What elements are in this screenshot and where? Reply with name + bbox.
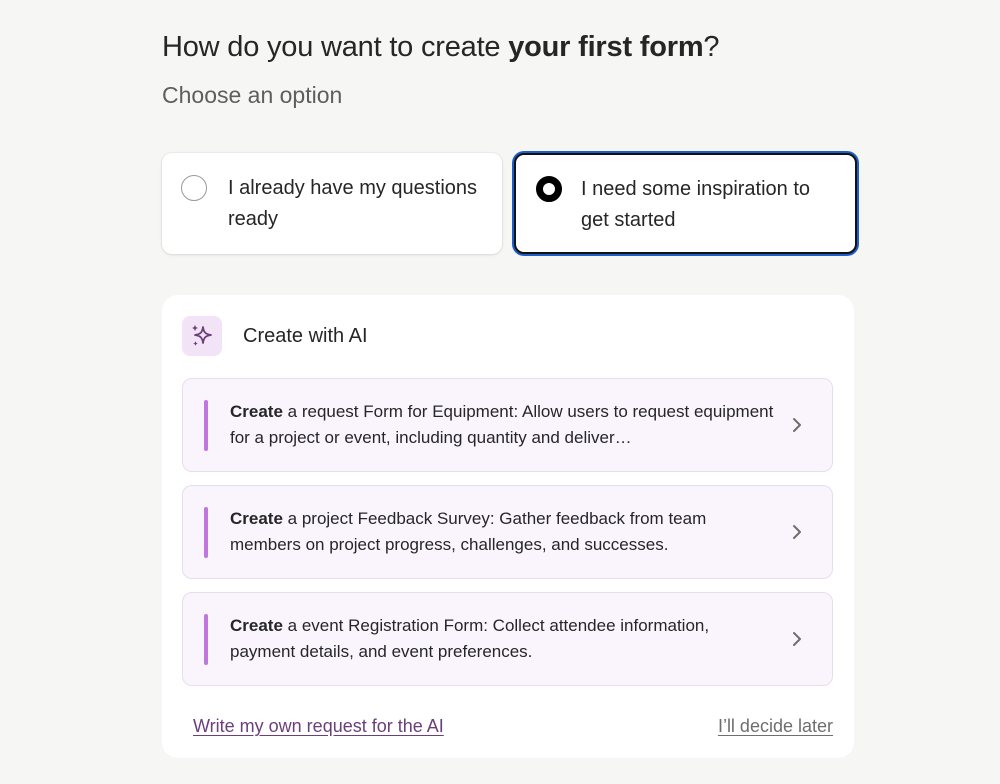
page-subtitle: Choose an option xyxy=(162,82,343,108)
option-questions-ready[interactable]: I already have my questions ready xyxy=(162,153,502,254)
ai-suggestion-item[interactable]: Create a project Feedback Survey: Gather… xyxy=(182,485,833,579)
suggestion-text: Create a request Form for Equipment: All… xyxy=(230,399,775,451)
ai-suggestion-item[interactable]: Create a request Form for Equipment: All… xyxy=(182,378,833,472)
page-title-bold: your first form xyxy=(508,31,704,63)
sparkles-icon xyxy=(182,316,222,356)
create-with-ai-panel: Create with AI Create a request Form for… xyxy=(162,295,854,758)
suggestion-verb: Create xyxy=(230,616,283,635)
option-label: I already have my questions ready xyxy=(228,177,478,230)
page-title-suffix: ? xyxy=(703,31,720,63)
ai-suggestion-item[interactable]: Create a event Registration Form: Collec… xyxy=(182,592,833,686)
page-title-prefix: How do you want to create xyxy=(162,31,509,63)
option-label: I need some inspiration to get started xyxy=(581,178,811,231)
suggestion-text: Create a project Feedback Survey: Gather… xyxy=(230,506,775,558)
radio-unselected-icon[interactable] xyxy=(181,175,207,201)
page-title: How do you want to create your first for… xyxy=(162,29,720,65)
suggestion-verb: Create xyxy=(230,402,283,421)
suggestion-text: Create a event Registration Form: Collec… xyxy=(230,613,775,665)
write-own-request-link[interactable]: Write my own request for the AI xyxy=(193,714,444,738)
suggestion-description: a event Registration Form: Collect atten… xyxy=(230,616,710,661)
suggestion-description: a request Form for Equipment: Allow user… xyxy=(230,402,774,447)
option-need-inspiration[interactable]: I need some inspiration to get started xyxy=(514,153,857,254)
chevron-right-icon xyxy=(793,418,801,432)
ai-panel-title: Create with AI xyxy=(243,325,368,347)
suggestion-description: a project Feedback Survey: Gather feedba… xyxy=(230,509,707,554)
decide-later-link[interactable]: I’ll decide later xyxy=(718,714,833,738)
chevron-right-icon xyxy=(793,525,801,539)
accent-bar xyxy=(204,614,208,665)
radio-selected-icon[interactable] xyxy=(536,176,562,202)
chevron-right-icon xyxy=(793,632,801,646)
accent-bar xyxy=(204,507,208,558)
suggestion-verb: Create xyxy=(230,509,283,528)
accent-bar xyxy=(204,400,208,451)
